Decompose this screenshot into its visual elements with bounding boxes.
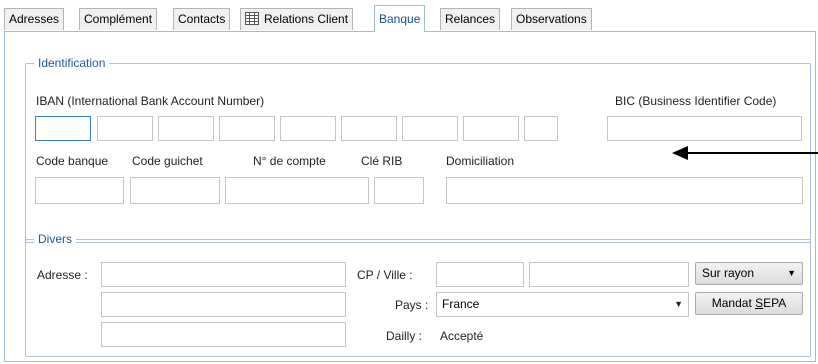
mandat-accelerator: S xyxy=(755,296,764,310)
tab-label: Relances xyxy=(445,12,496,26)
iban-segment-4[interactable] xyxy=(219,116,275,141)
iban-segment-6[interactable] xyxy=(341,116,397,141)
cp-ville-label: CP / Ville : xyxy=(357,268,413,282)
tab-label: Observations xyxy=(516,12,587,26)
iban-segment-2[interactable] xyxy=(97,116,153,141)
tab-adresses[interactable]: Adresses xyxy=(4,8,65,30)
identification-legend: Identification xyxy=(34,56,110,70)
bic-field[interactable] xyxy=(607,116,802,141)
cle-rib-label: Clé RIB xyxy=(361,154,403,168)
adresse-line-2-field[interactable] xyxy=(101,292,346,317)
mandat-sepa-button[interactable]: Mandat SEPA xyxy=(695,292,803,315)
adresse-line-3-field[interactable] xyxy=(101,322,346,347)
adresse-line-1-field[interactable] xyxy=(101,262,346,287)
dailly-value: Accepté xyxy=(440,329,484,343)
numero-compte-label: N° de compte xyxy=(253,154,326,168)
pays-value: France xyxy=(442,297,480,311)
iban-segment-7[interactable] xyxy=(402,116,458,141)
bic-label: BIC (Business Identifier Code) xyxy=(615,94,777,108)
iban-segment-8[interactable] xyxy=(463,116,519,141)
code-guichet-label: Code guichet xyxy=(132,154,203,168)
pays-label: Pays : xyxy=(395,298,429,312)
iban-segment-3[interactable] xyxy=(158,116,214,141)
divers-legend: Divers xyxy=(34,232,77,246)
grid-icon xyxy=(245,12,259,25)
tab-banque[interactable]: Banque xyxy=(374,5,426,32)
tab-relances[interactable]: Relances xyxy=(440,8,501,30)
chevron-down-icon: ▼ xyxy=(674,299,683,309)
iban-segment-5[interactable] xyxy=(280,116,336,141)
tab-label: Contacts xyxy=(178,12,226,26)
tab-label: Relations Client xyxy=(264,12,349,26)
annotation-arrow-icon xyxy=(672,146,818,160)
tab-label: Adresses xyxy=(9,12,60,26)
domiciliation-field[interactable] xyxy=(446,177,803,204)
ville-field[interactable] xyxy=(529,262,689,287)
iban-segment-1[interactable] xyxy=(35,116,91,141)
mandat-label-suffix: EPA xyxy=(763,296,787,310)
iban-label: IBAN (International Bank Account Number) xyxy=(36,94,265,108)
tab-label: Complément xyxy=(84,12,153,26)
tab-observations[interactable]: Observations xyxy=(511,8,592,30)
tab-contacts[interactable]: Contacts xyxy=(173,8,231,30)
dailly-label: Dailly : xyxy=(386,329,423,343)
mandat-label-prefix: Mandat xyxy=(711,296,756,310)
code-banque-field[interactable] xyxy=(35,177,124,204)
tab-label: Banque xyxy=(379,12,421,26)
numero-compte-field[interactable] xyxy=(225,177,369,204)
tab-page-banque: Identification IBAN (International Bank … xyxy=(4,31,816,362)
iban-segment-9[interactable] xyxy=(524,116,558,141)
sur-rayon-dropdown[interactable]: Sur rayon ▼ xyxy=(695,262,803,285)
tab-complement[interactable]: Complément xyxy=(79,8,158,30)
code-postal-field[interactable] xyxy=(436,262,524,287)
code-banque-label: Code banque xyxy=(36,154,109,168)
pays-select[interactable]: France ▼ xyxy=(436,292,689,317)
sur-rayon-label: Sur rayon xyxy=(702,266,755,280)
cle-rib-field[interactable] xyxy=(374,177,424,204)
adresse-label: Adresse : xyxy=(37,268,88,282)
tab-relations-client[interactable]: Relations Client xyxy=(240,8,354,30)
code-guichet-field[interactable] xyxy=(130,177,220,204)
domiciliation-label: Domiciliation xyxy=(446,154,515,168)
chevron-down-icon: ▼ xyxy=(787,268,796,278)
